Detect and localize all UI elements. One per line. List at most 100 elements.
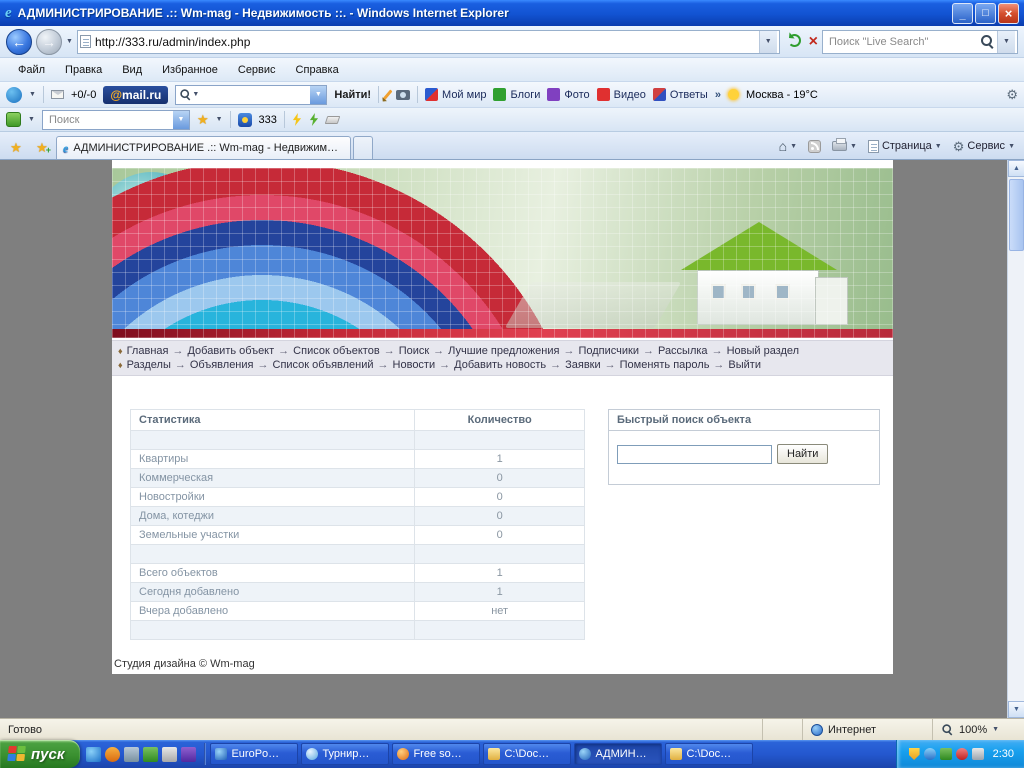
menu-favorites[interactable]: Избранное	[152, 61, 228, 79]
chevron-down-icon[interactable]: ▼	[992, 726, 999, 733]
tray-icon[interactable]	[972, 748, 984, 760]
minimize-button[interactable]: _	[952, 3, 973, 24]
live-search-box[interactable]: ▼	[822, 30, 1018, 54]
live-search-input[interactable]	[825, 36, 981, 48]
home-button[interactable]: ⌂▼	[776, 137, 800, 155]
back-button[interactable]: ←	[6, 29, 32, 55]
nav-new-section[interactable]: Новый раздел	[727, 345, 800, 357]
mailru-search-box[interactable]: ▼ ▼	[175, 85, 327, 105]
task-button[interactable]: C:\Doc…	[665, 743, 753, 765]
lightning-icon[interactable]	[309, 113, 319, 126]
new-tab-stub[interactable]	[353, 136, 373, 159]
mailru-link-photo[interactable]: Фото	[547, 88, 589, 101]
quick-search-input[interactable]	[617, 445, 772, 464]
print-button[interactable]: ▼	[829, 139, 860, 153]
quick-launch-icon[interactable]	[143, 747, 158, 762]
chevron-down-icon[interactable]: ▼	[192, 91, 199, 98]
quick-search-button[interactable]: Найти	[777, 444, 828, 464]
forward-button[interactable]: →	[36, 29, 62, 55]
mailru-find-button[interactable]: Найти!	[334, 89, 371, 101]
url-dropdown-button[interactable]: ▼	[759, 31, 777, 53]
quick-launch-icon[interactable]	[86, 747, 101, 762]
tab-admin[interactable]: e АДМИНИСТРИРОВАНИЕ .:: Wm-mag - Недвижи…	[56, 136, 351, 159]
url-field[interactable]: ▼	[77, 30, 780, 54]
task-button[interactable]: EuroPo…	[210, 743, 298, 765]
nav-home[interactable]: Главная	[127, 345, 169, 357]
tray-security-icon[interactable]	[909, 748, 920, 760]
nav-object-list[interactable]: Список объектов	[293, 345, 380, 357]
mail-counter-icon[interactable]	[51, 90, 64, 99]
tools-menu-button[interactable]: ⚙Сервис▼	[950, 138, 1018, 155]
feeds-button[interactable]	[805, 138, 824, 155]
menu-tools[interactable]: Сервис	[228, 61, 286, 79]
nav-ads-list[interactable]: Список объявлений	[273, 359, 374, 371]
quick-launch-icon[interactable]	[105, 747, 120, 762]
tray-icon[interactable]	[956, 748, 968, 760]
mailru-logo-button[interactable]: @mail.ru	[103, 86, 168, 104]
mailru-search-input[interactable]	[199, 89, 310, 101]
start-button[interactable]: пуск	[0, 740, 80, 768]
task-button[interactable]: Турнир…	[301, 743, 389, 765]
refresh-button[interactable]	[784, 34, 805, 50]
site-search-input[interactable]	[46, 114, 173, 126]
quick-launch-icon[interactable]	[181, 747, 196, 762]
nav-sections[interactable]: Разделы	[127, 359, 171, 371]
site-search-box[interactable]: ▼	[42, 110, 190, 130]
nav-mailing[interactable]: Рассылка	[658, 345, 708, 357]
menu-file[interactable]: Файл	[8, 61, 55, 79]
nav-add-news[interactable]: Добавить новость	[454, 359, 546, 371]
mail-counter[interactable]: +0/-0	[71, 89, 96, 101]
page-menu-button[interactable]: Страница▼	[865, 138, 945, 155]
zoom-level[interactable]: 100%	[959, 724, 987, 736]
menu-help[interactable]: Справка	[286, 61, 349, 79]
history-dropdown-icon[interactable]: ▼	[66, 38, 73, 45]
toolbar-overflow-button[interactable]: »	[715, 89, 721, 101]
search-dropdown-button[interactable]: ▼	[997, 31, 1015, 53]
weather-label[interactable]: Москва - 19°C	[746, 89, 818, 101]
vertical-scrollbar[interactable]: ▲ ▼	[1007, 160, 1024, 718]
compose-icon[interactable]	[383, 89, 393, 100]
menu-edit[interactable]: Правка	[55, 61, 112, 79]
task-button[interactable]: Free so…	[392, 743, 480, 765]
nav-subscribers[interactable]: Подписчики	[578, 345, 639, 357]
site-333-label[interactable]: 333	[259, 114, 277, 126]
camera-icon[interactable]	[396, 90, 410, 100]
url-input[interactable]	[91, 35, 759, 49]
task-button-active[interactable]: АДМИН…	[574, 743, 662, 765]
nav-ads[interactable]: Объявления	[190, 359, 254, 371]
scroll-down-button[interactable]: ▼	[1008, 701, 1024, 718]
nav-add-object[interactable]: Добавить объект	[187, 345, 274, 357]
chevron-down-icon[interactable]: ▼	[29, 91, 36, 98]
lightning-icon[interactable]	[292, 113, 302, 126]
zoom-panel[interactable]: 100% ▼	[932, 719, 1024, 740]
quick-launch-icon[interactable]	[162, 747, 177, 762]
nav-logout[interactable]: Выйти	[728, 359, 761, 371]
mailru-link-video[interactable]: Видео	[597, 88, 646, 101]
mailru-link-blogs[interactable]: Блоги	[493, 88, 540, 101]
eraser-icon[interactable]	[325, 116, 341, 124]
mailru-link-answers[interactable]: Ответы	[653, 88, 708, 101]
site-333-icon[interactable]	[238, 113, 252, 127]
nav-best-offers[interactable]: Лучшие предложения	[448, 345, 559, 357]
mailru-search-dropdown[interactable]: ▼	[310, 86, 326, 104]
nav-change-password[interactable]: Поменять пароль	[620, 359, 710, 371]
clock[interactable]: 2:30	[993, 748, 1014, 760]
nav-requests[interactable]: Заявки	[565, 359, 601, 371]
toolbar-logo-icon[interactable]	[6, 87, 22, 103]
site-toolbar-icon[interactable]	[6, 112, 21, 127]
quick-launch-icon[interactable]	[124, 747, 139, 762]
favorites-center-button[interactable]: ★	[4, 136, 28, 158]
stop-button[interactable]: ×	[809, 34, 818, 50]
scroll-up-button[interactable]: ▲	[1008, 160, 1024, 177]
search-magnifier-icon[interactable]	[981, 35, 994, 48]
menu-view[interactable]: Вид	[112, 61, 152, 79]
maximize-button[interactable]: □	[975, 3, 996, 24]
toolbar-settings-icon[interactable]: ⚙	[1006, 88, 1018, 101]
nav-news[interactable]: Новости	[393, 359, 436, 371]
tray-icon[interactable]	[940, 748, 952, 760]
site-search-dropdown[interactable]: ▼	[173, 111, 189, 129]
chevron-down-icon[interactable]: ▼	[28, 116, 35, 123]
tray-icon[interactable]	[924, 748, 936, 760]
nav-search[interactable]: Поиск	[399, 345, 429, 357]
mailru-link-moymir[interactable]: Мой мир	[425, 88, 486, 101]
